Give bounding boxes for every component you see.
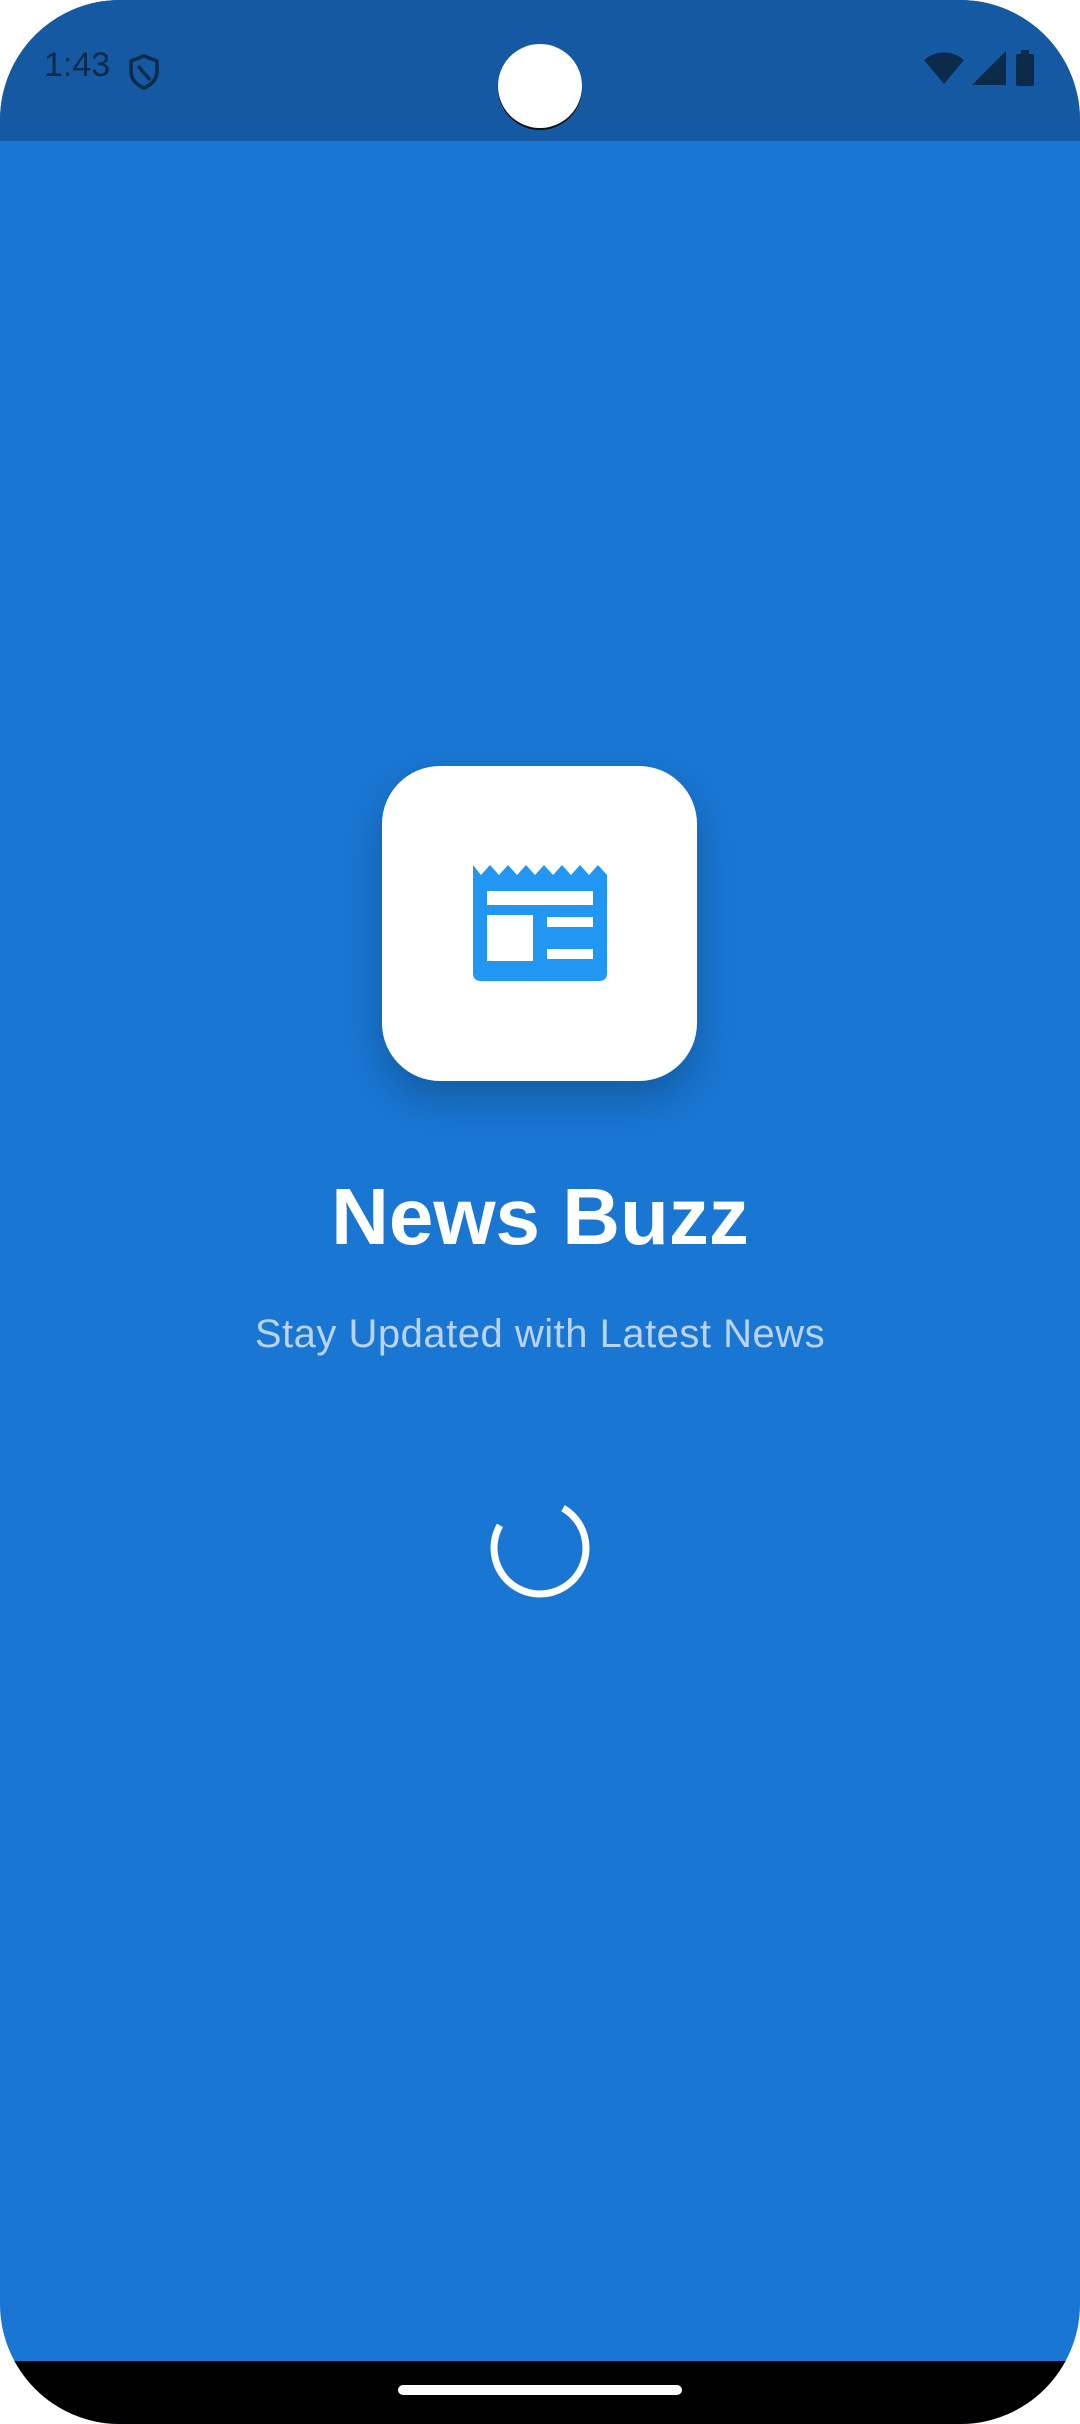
front-camera: [498, 44, 582, 128]
status-time: 1:43: [44, 46, 111, 84]
splash-screen: News Buzz Stay Updated with Latest News: [0, 141, 1080, 2361]
cellular-signal-icon: [972, 50, 1006, 90]
status-icons: [924, 49, 1036, 91]
loading-spinner: [486, 1494, 594, 1602]
app-logo-card: [382, 766, 697, 1081]
app-subtitle: Stay Updated with Latest News: [254, 1312, 826, 1356]
navigation-bar: [0, 2361, 1080, 2424]
shield-icon: [128, 54, 160, 90]
wifi-icon: [924, 52, 964, 89]
newspaper-icon: [472, 861, 607, 986]
home-gesture-handle[interactable]: [398, 2385, 682, 2395]
device-screen: 1:43 News Buzz Stay Updated with Latest …: [0, 0, 1080, 2424]
battery-icon: [1014, 49, 1036, 91]
status-bar: 1:43: [0, 0, 1080, 141]
app-title: News Buzz: [331, 1172, 749, 1261]
